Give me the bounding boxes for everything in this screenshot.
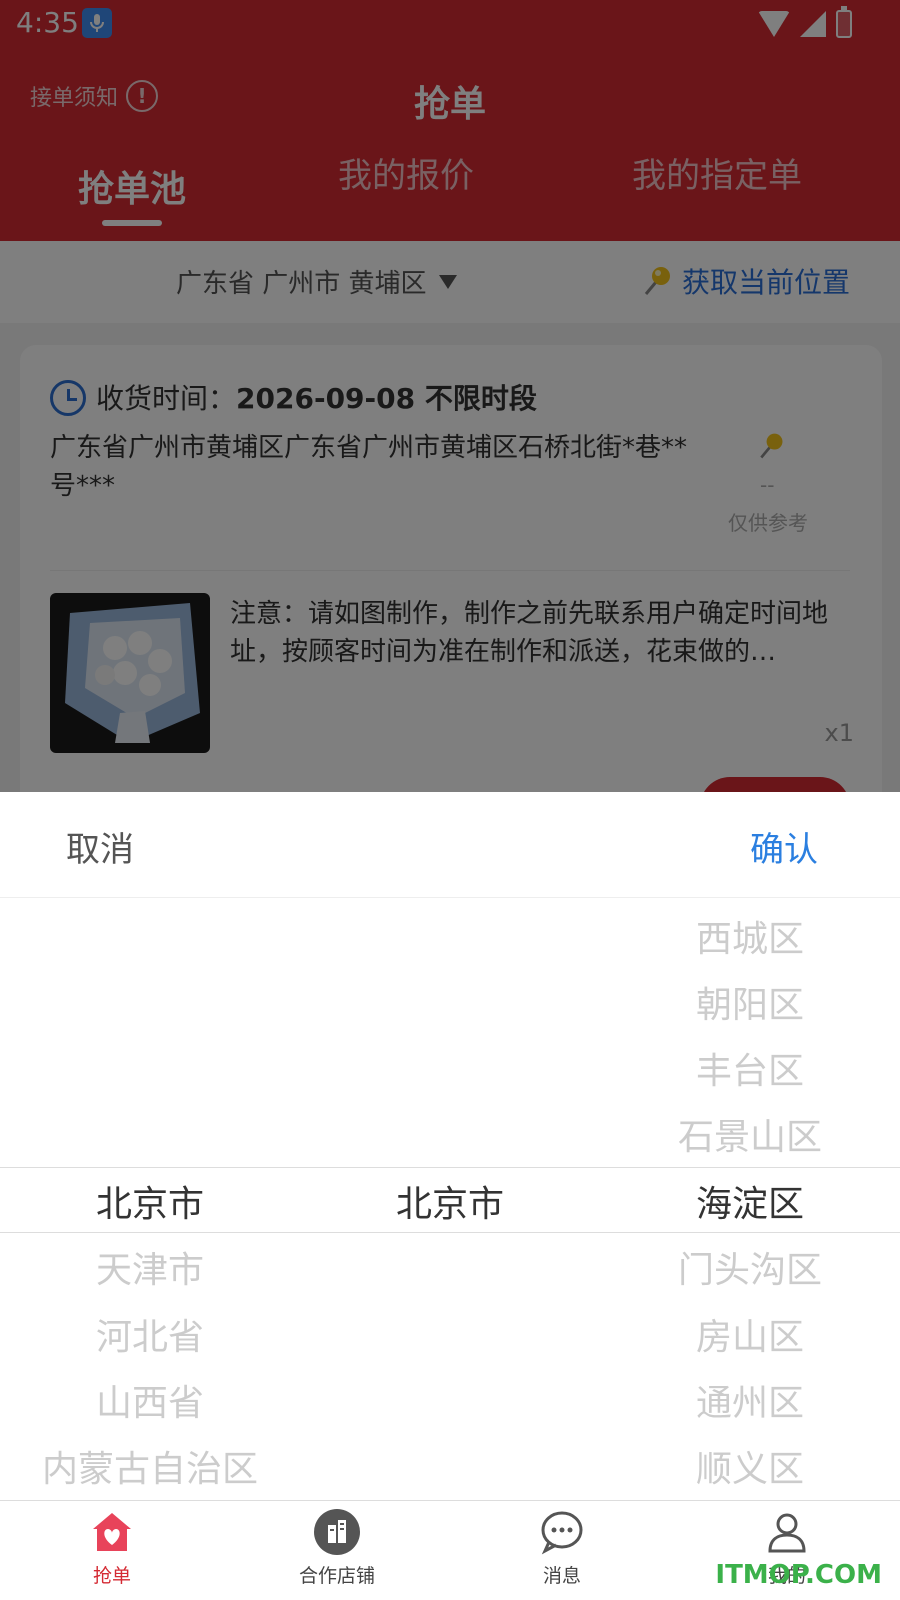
picker-option[interactable]: 内蒙古自治区: [0, 1440, 300, 1492]
cancel-button[interactable]: 取消: [66, 822, 134, 871]
nav-label: 消息: [542, 1565, 581, 1587]
building-icon: [314, 1509, 360, 1555]
chat-bubble-icon: [539, 1509, 585, 1555]
nav-label: 抢单: [92, 1565, 131, 1587]
nav-item-grab-orders[interactable]: 抢单: [52, 1509, 172, 1588]
picker-option-selected[interactable]: 北京市: [0, 1175, 300, 1227]
modal-backdrop[interactable]: [0, 0, 900, 792]
picker-option[interactable]: 石景山区: [600, 1108, 900, 1160]
nav-item-partner-stores[interactable]: 合作店铺: [277, 1509, 397, 1588]
picker-option[interactable]: 顺义区: [600, 1440, 900, 1492]
picker-option[interactable]: 西城区: [600, 910, 900, 962]
picker-option[interactable]: 天津市: [0, 1241, 300, 1293]
picker-option[interactable]: 通州区: [600, 1374, 900, 1426]
heart-house-icon: [89, 1509, 135, 1555]
nav-label: 合作店铺: [298, 1565, 375, 1587]
confirm-button[interactable]: 确认: [750, 822, 818, 871]
picker-option-selected[interactable]: 海淀区: [600, 1175, 900, 1227]
picker-option[interactable]: 山西省: [0, 1374, 300, 1426]
picker-option-selected[interactable]: 北京市: [300, 1175, 600, 1227]
watermark: ITMOP.COM: [715, 1560, 882, 1590]
picker-option[interactable]: 房山区: [600, 1308, 900, 1360]
picker-option[interactable]: 河北省: [0, 1308, 300, 1360]
nav-item-messages[interactable]: 消息: [502, 1509, 622, 1588]
region-picker-sheet: 取消 确认 北京市 天津市 河北省 山西省 内蒙古自治区 北京市 西城区 朝阳区…: [0, 792, 900, 1500]
picker-option[interactable]: 门头沟区: [600, 1241, 900, 1293]
picker-toolbar: 取消 确认: [0, 792, 900, 898]
picker-option[interactable]: 朝阳区: [600, 976, 900, 1028]
user-icon: [764, 1509, 810, 1555]
picker-option[interactable]: 丰台区: [600, 1042, 900, 1094]
